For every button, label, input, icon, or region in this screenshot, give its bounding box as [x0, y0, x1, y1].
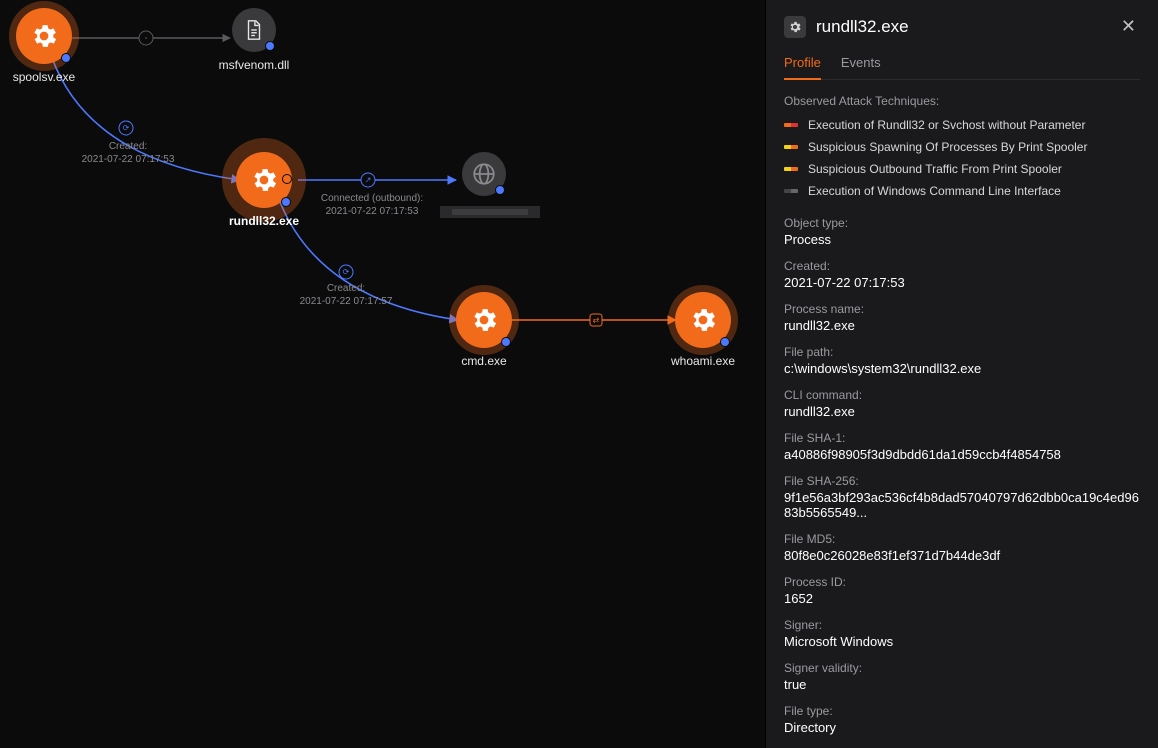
field-key: Signer validity:	[784, 661, 1140, 675]
profile-field: File SHA-256: 9f1e56a3bf293ac536cf4b8dad5…	[784, 474, 1140, 520]
field-value: rundll32.exe	[784, 318, 1140, 333]
severity-badge	[784, 167, 798, 171]
node-label: spoolsv.exe	[0, 70, 104, 84]
field-key: Created:	[784, 259, 1140, 273]
node-cmd[interactable]: cmd.exe	[424, 292, 544, 368]
field-value: a40886f98905f3d9dbdd61da1d59ccb4f4854758	[784, 447, 1140, 462]
profile-field: File SHA-1: a40886f98905f3d9dbdd61da1d59c…	[784, 431, 1140, 462]
profile-field: Process ID: 1652	[784, 575, 1140, 606]
technique-item[interactable]: Suspicious Outbound Traffic From Print S…	[784, 158, 1140, 180]
field-key: File type:	[784, 704, 1140, 718]
technique-item[interactable]: Execution of Rundll32 or Svchost without…	[784, 114, 1140, 136]
profile-field: Signer: Microsoft Windows	[784, 618, 1140, 649]
edge-label-created-1: Created: 2021-07-22 07:17:53	[82, 140, 175, 166]
node-spoolsv[interactable]: spoolsv.exe	[0, 8, 104, 84]
field-value: Process	[784, 232, 1140, 247]
technique-text: Execution of Windows Command Line Interf…	[808, 184, 1061, 198]
field-value: 1652	[784, 591, 1140, 606]
node-msfvenom[interactable]: msfvenom.dll	[194, 8, 314, 72]
close-icon[interactable]: ✕	[1117, 12, 1140, 41]
status-dot	[281, 197, 291, 207]
profile-fields: Object type: Process Created: 2021-07-22 07…	[784, 216, 1140, 748]
severity-badge	[784, 145, 798, 149]
severity-badge	[784, 189, 798, 193]
select-dot	[282, 174, 292, 184]
gear-icon	[688, 305, 718, 335]
technique-item[interactable]: Execution of Windows Command Line Interf…	[784, 180, 1140, 202]
edge-marker-created-2: ⟳	[339, 265, 354, 280]
field-key: CLI command:	[784, 388, 1140, 402]
field-value: 80f8e0c26028e83f1ef371d7b44de3df	[784, 548, 1140, 563]
profile-field: Signer validity: true	[784, 661, 1140, 692]
process-graph-canvas[interactable]: ▫ ⟳ ↗ ⟳ ⇄ Created: 2021-07-22 07:17:53 C…	[0, 0, 765, 748]
gear-icon	[784, 16, 806, 38]
profile-field: Process name: rundll32.exe	[784, 302, 1140, 333]
field-key: File MD5:	[784, 532, 1140, 546]
field-key: Process name:	[784, 302, 1140, 316]
field-value: c:\windows\system32\rundll32.exe	[784, 361, 1140, 376]
edge-marker-outbound: ↗	[361, 173, 376, 188]
node-rundll32[interactable]: rundll32.exe	[204, 152, 324, 228]
field-value: rundll32.exe	[784, 404, 1140, 419]
edge-label-outbound: Connected (outbound): 2021-07-22 07:17:5…	[321, 192, 423, 218]
severity-badge	[784, 123, 798, 127]
node-label: cmd.exe	[424, 354, 544, 368]
profile-field: CLI command: rundll32.exe	[784, 388, 1140, 419]
status-dot	[61, 53, 71, 63]
gear-icon	[469, 305, 499, 335]
technique-text: Suspicious Spawning Of Processes By Prin…	[808, 140, 1087, 154]
gear-icon	[29, 21, 59, 51]
status-dot	[720, 337, 730, 347]
field-key: Object type:	[784, 216, 1140, 230]
node-internet[interactable]	[424, 152, 544, 202]
node-label: whoami.exe	[643, 354, 763, 368]
panel-title: rundll32.exe	[816, 17, 1107, 37]
status-dot	[501, 337, 511, 347]
edge-marker-created-1: ⟳	[119, 121, 134, 136]
details-panel: rundll32.exe ✕ Profile Events Observed A…	[765, 0, 1158, 748]
field-value: Directory	[784, 720, 1140, 735]
profile-field: File MD5: 80f8e0c26028e83f1ef371d7b44de3d…	[784, 532, 1140, 563]
node-whoami[interactable]: whoami.exe	[643, 292, 763, 368]
profile-field: File type: Directory	[784, 704, 1140, 735]
techniques-list: Execution of Rundll32 or Svchost without…	[784, 114, 1140, 202]
file-icon	[243, 17, 265, 43]
field-value: 2021-07-22 07:17:53	[784, 275, 1140, 290]
field-key: Process ID:	[784, 575, 1140, 589]
field-value: Microsoft Windows	[784, 634, 1140, 649]
field-value: 9f1e56a3bf293ac536cf4b8dad57040797d62dbb…	[784, 490, 1140, 520]
profile-field: Object type: Process	[784, 216, 1140, 247]
tab-events[interactable]: Events	[841, 49, 881, 79]
field-key: File path:	[784, 345, 1140, 359]
node-label: msfvenom.dll	[194, 58, 314, 72]
profile-field: Created: 2021-07-22 07:17:53	[784, 259, 1140, 290]
gear-icon	[249, 165, 279, 195]
technique-text: Execution of Rundll32 or Svchost without…	[808, 118, 1085, 132]
panel-tabs: Profile Events	[784, 49, 1140, 80]
field-key: Signer:	[784, 618, 1140, 632]
tab-profile[interactable]: Profile	[784, 49, 821, 80]
globe-icon	[471, 161, 497, 187]
graph-edges	[0, 0, 765, 748]
field-key: File SHA-1:	[784, 431, 1140, 445]
techniques-header: Observed Attack Techniques:	[784, 94, 1140, 108]
field-key: File SHA-256:	[784, 474, 1140, 488]
edge-marker-exec: ⇄	[590, 314, 603, 327]
status-dot	[265, 41, 275, 51]
field-value: true	[784, 677, 1140, 692]
status-dot	[495, 185, 505, 195]
profile-field: File path: c:\windows\system32\rundll32.e…	[784, 345, 1140, 376]
node-label: rundll32.exe	[204, 214, 324, 228]
technique-text: Suspicious Outbound Traffic From Print S…	[808, 162, 1062, 176]
edge-marker-file: ▫	[139, 31, 154, 46]
technique-item[interactable]: Suspicious Spawning Of Processes By Prin…	[784, 136, 1140, 158]
edge-label-created-2: Created: 2021-07-22 07:17:57	[300, 282, 393, 308]
